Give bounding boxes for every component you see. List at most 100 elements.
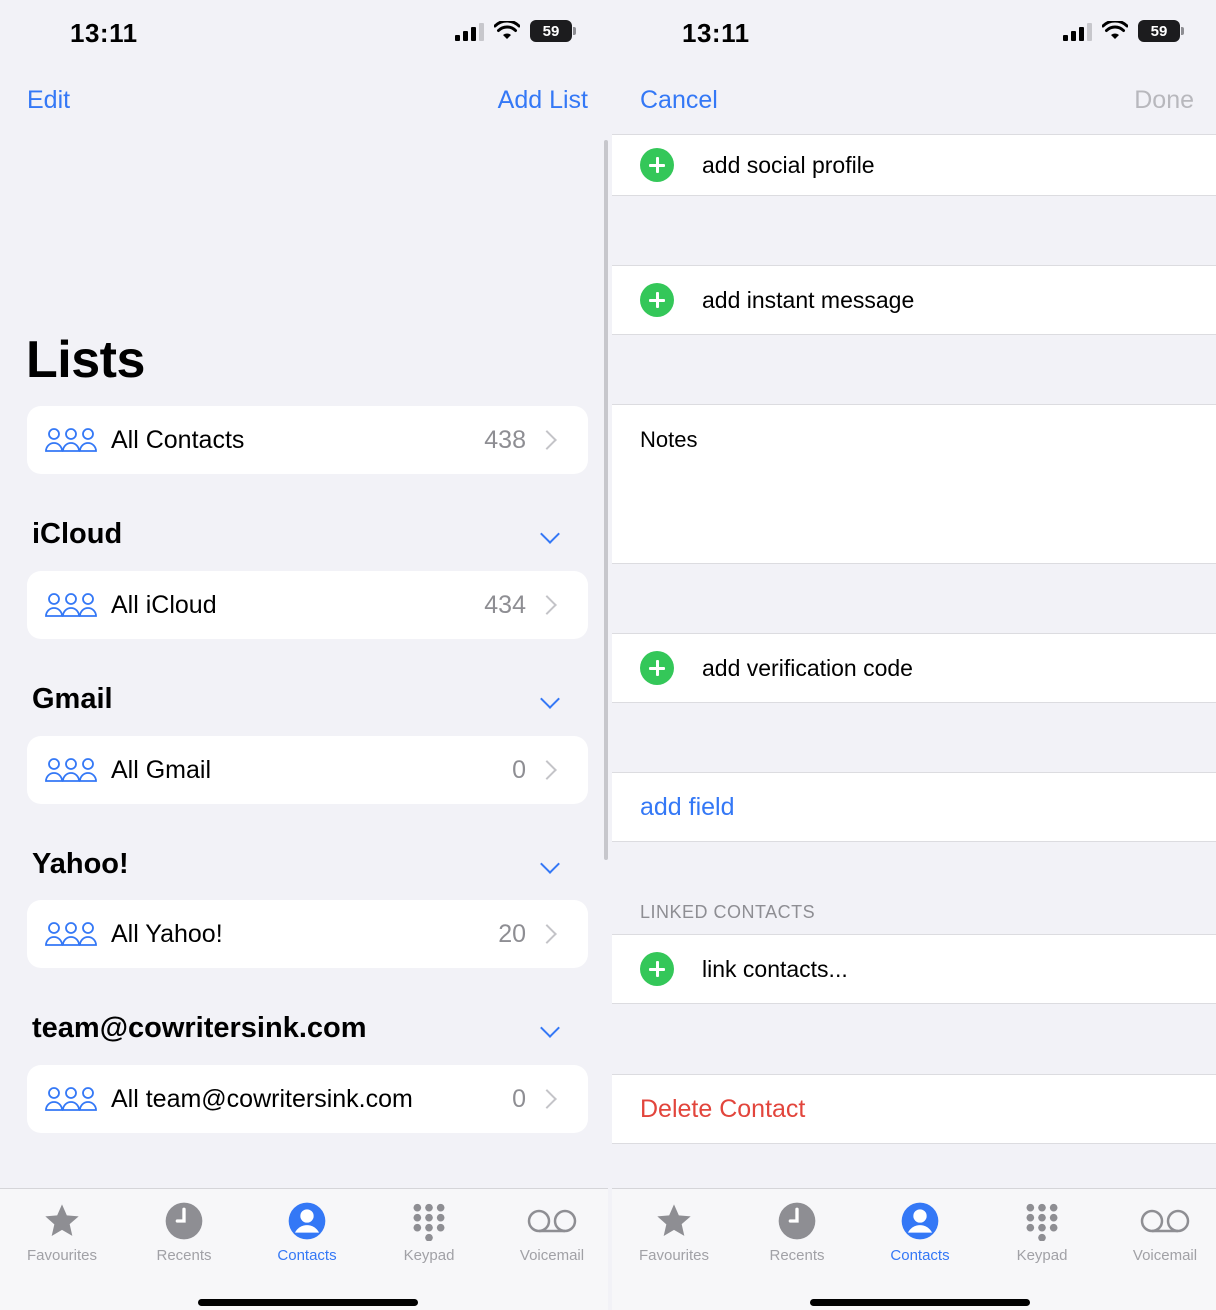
linked-contacts-caption: LINKED CONTACTS xyxy=(640,902,816,922)
notes-label: Notes xyxy=(640,427,698,452)
list-item-all-icloud[interactable]: All iCloud 434 xyxy=(27,571,588,639)
edit-contact-screen: 13:11 59 Cancel Done add social profile … xyxy=(612,0,1216,1310)
tab-keypad[interactable]: Keypad xyxy=(987,1199,1097,1264)
add-instant-message-row[interactable]: add instant message xyxy=(612,265,1216,335)
battery-icon: 59 xyxy=(530,20,576,42)
status-bar: 13:11 59 xyxy=(612,0,1216,64)
chevron-right-icon xyxy=(537,595,557,615)
tab-label: Favourites xyxy=(26,1247,98,1264)
status-bar: 13:11 59 xyxy=(0,0,608,64)
add-icon xyxy=(640,651,674,685)
lists-screen: 13:11 59 Edit Add List Lists All Contact… xyxy=(0,0,608,1310)
tab-label: Recents xyxy=(156,1247,212,1264)
row-label: add social profile xyxy=(702,151,875,178)
tab-label: Contacts xyxy=(277,1247,337,1264)
group-icon xyxy=(45,1087,97,1111)
list-item-count: 434 xyxy=(484,590,526,619)
chevron-right-icon xyxy=(537,760,557,780)
status-time: 13:11 xyxy=(682,18,750,48)
tab-label: Favourites xyxy=(638,1247,710,1264)
list-item-count: 438 xyxy=(484,425,526,454)
cancel-button[interactable]: Cancel xyxy=(640,86,718,115)
tab-label: Recents xyxy=(769,1247,825,1264)
chevron-right-icon xyxy=(537,430,557,450)
list-item-label: All Yahoo! xyxy=(111,919,223,948)
voicemail-icon xyxy=(1140,1209,1190,1233)
group-icon xyxy=(45,428,97,452)
tab-label: Keypad xyxy=(1016,1247,1068,1264)
edit-button[interactable]: Edit xyxy=(27,86,70,115)
tab-keypad[interactable]: Keypad xyxy=(374,1199,484,1264)
battery-icon: 59 xyxy=(1138,20,1184,42)
chevron-down-icon[interactable] xyxy=(540,689,560,709)
list-item-all-contacts[interactable]: All Contacts 438 xyxy=(27,406,588,474)
list-item-all-yahoo[interactable]: All Yahoo! 20 xyxy=(27,900,588,968)
keypad-icon xyxy=(413,1203,445,1241)
clock-icon xyxy=(165,1202,203,1240)
tab-recents[interactable]: Recents xyxy=(742,1199,852,1264)
list-item-label: All iCloud xyxy=(111,590,217,619)
list-item-label: All Gmail xyxy=(111,755,212,784)
tab-bar: Favourites Recents Contacts Keypad Voice… xyxy=(612,1188,1216,1310)
group-icon xyxy=(45,758,97,782)
add-field-button[interactable]: add field xyxy=(640,793,735,822)
section-header-icloud: iCloud xyxy=(32,518,123,550)
home-indicator xyxy=(810,1299,1030,1306)
notes-field[interactable]: Notes xyxy=(612,404,1216,564)
person-icon xyxy=(288,1202,326,1240)
clock-icon xyxy=(778,1202,816,1240)
tab-favourites[interactable]: Favourites xyxy=(7,1199,117,1264)
chevron-down-icon[interactable] xyxy=(540,524,560,544)
star-icon xyxy=(45,1204,79,1236)
tab-voicemail[interactable]: Voicemail xyxy=(497,1199,607,1264)
add-verification-code-row[interactable]: add verification code xyxy=(612,633,1216,703)
chevron-down-icon[interactable] xyxy=(540,1018,560,1038)
section-header-yahoo: Yahoo! xyxy=(32,848,129,880)
tab-favourites[interactable]: Favourites xyxy=(619,1199,729,1264)
tab-contacts[interactable]: Contacts xyxy=(865,1199,975,1264)
list-item-all-team[interactable]: All team@cowritersink.com 0 xyxy=(27,1065,588,1133)
wifi-icon xyxy=(1102,21,1128,39)
tab-label: Voicemail xyxy=(519,1247,585,1264)
tab-voicemail[interactable]: Voicemail xyxy=(1110,1199,1216,1264)
chevron-right-icon xyxy=(537,1089,557,1109)
wifi-icon xyxy=(494,21,520,39)
home-indicator xyxy=(198,1299,418,1306)
person-icon xyxy=(901,1202,939,1240)
list-item-all-gmail[interactable]: All Gmail 0 xyxy=(27,736,588,804)
tab-label: Voicemail xyxy=(1132,1247,1198,1264)
delete-contact-row[interactable]: Delete Contact xyxy=(612,1074,1216,1144)
add-field-row[interactable]: add field xyxy=(612,772,1216,842)
group-icon xyxy=(45,922,97,946)
row-label: link contacts... xyxy=(702,955,848,982)
keypad-icon xyxy=(1026,1203,1058,1241)
voicemail-icon xyxy=(527,1209,577,1233)
page-title: Lists xyxy=(26,331,145,389)
tab-bar: Favourites Recents Contacts Keypad Voice… xyxy=(0,1188,608,1310)
chevron-down-icon[interactable] xyxy=(540,854,560,874)
add-icon xyxy=(640,148,674,182)
list-item-label: All team@cowritersink.com xyxy=(111,1084,413,1113)
row-label: add instant message xyxy=(702,286,915,313)
delete-contact-button[interactable]: Delete Contact xyxy=(640,1095,805,1124)
cellular-signal-icon xyxy=(1063,21,1092,41)
scroll-indicator xyxy=(604,140,608,860)
add-icon xyxy=(640,283,674,317)
list-item-count: 0 xyxy=(512,755,526,784)
tab-label: Contacts xyxy=(890,1247,950,1264)
section-header-gmail: Gmail xyxy=(32,683,113,715)
tab-recents[interactable]: Recents xyxy=(129,1199,239,1264)
done-button[interactable]: Done xyxy=(1134,86,1194,115)
add-icon xyxy=(640,952,674,986)
status-time: 13:11 xyxy=(70,18,138,48)
add-social-profile-row[interactable]: add social profile xyxy=(612,134,1216,196)
star-icon xyxy=(657,1204,691,1236)
list-item-label: All Contacts xyxy=(111,425,245,454)
tab-contacts[interactable]: Contacts xyxy=(252,1199,362,1264)
add-list-button[interactable]: Add List xyxy=(498,86,588,115)
cellular-signal-icon xyxy=(455,21,484,41)
group-icon xyxy=(45,593,97,617)
list-item-count: 20 xyxy=(498,919,526,948)
list-item-count: 0 xyxy=(512,1084,526,1113)
link-contacts-row[interactable]: link contacts... xyxy=(612,934,1216,1004)
